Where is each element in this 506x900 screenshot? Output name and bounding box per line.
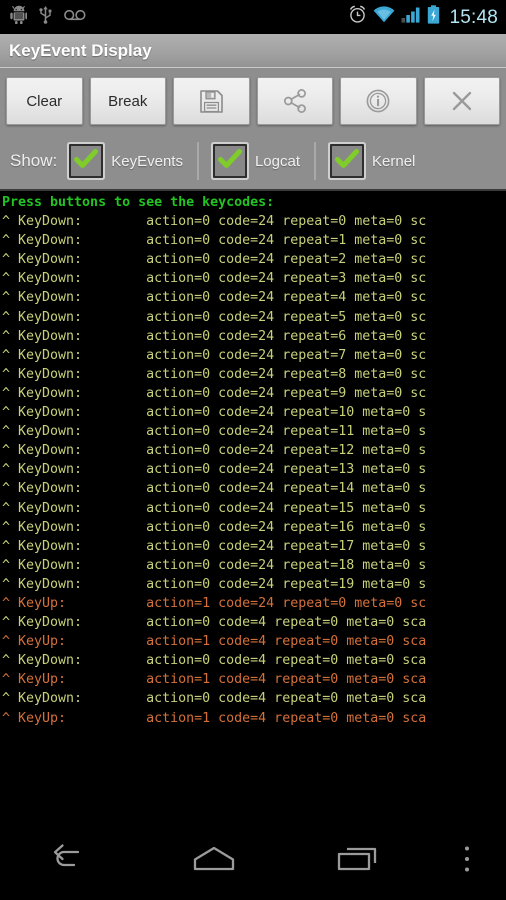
- log-line: ^ KeyUp: action=1 code=4 repeat=0 meta=0…: [2, 672, 427, 688]
- log-line-list: ^ KeyDown: action=0 code=24 repeat=0 met…: [0, 212, 506, 728]
- status-bar-clock: 15:48: [449, 6, 498, 28]
- log-line: ^ KeyDown: action=0 code=4 repeat=0 meta…: [2, 653, 427, 669]
- log-line: ^ KeyUp: action=1 code=4 repeat=0 meta=0…: [2, 634, 427, 650]
- home-icon: [186, 843, 242, 880]
- log-line: ^ KeyDown: action=0 code=24 repeat=19 me…: [2, 576, 427, 592]
- log-line: ^ KeyUp: action=1 code=24 repeat=0 meta=…: [2, 595, 427, 611]
- options-divider-2: [314, 142, 317, 180]
- log-line: ^ KeyDown: action=0 code=24 repeat=5 met…: [2, 309, 427, 325]
- log-line: ^ KeyDown: action=0 code=24 repeat=0 met…: [2, 214, 427, 230]
- android-debug-icon: [10, 5, 28, 29]
- log-header-line: Press buttons to see the keycodes:: [2, 195, 275, 210]
- nav-home-button[interactable]: [143, 832, 286, 891]
- log-line: ^ KeyDown: action=0 code=24 repeat=14 me…: [2, 481, 427, 497]
- log-line: ^ KeyDown: action=0 code=24 repeat=4 met…: [2, 290, 427, 306]
- android-navigation-bar: [0, 832, 506, 891]
- log-line: ^ KeyDown: action=0 code=4 repeat=0 meta…: [2, 615, 427, 631]
- share-button[interactable]: [256, 77, 333, 125]
- checkbox-keyevents[interactable]: KeyEvents: [69, 144, 183, 178]
- show-label: Show:: [10, 151, 58, 170]
- log-line: ^ KeyDown: action=0 code=4 repeat=0 meta…: [2, 691, 427, 707]
- log-line: ^ KeyUp: action=1 code=4 repeat=0 meta=0…: [2, 710, 427, 726]
- app-title-bar: KeyEvent Display: [0, 34, 506, 68]
- checkbox-kernel-box[interactable]: [330, 144, 365, 178]
- log-line: ^ KeyDown: action=0 code=24 repeat=17 me…: [2, 538, 427, 554]
- info-circle-icon: [365, 88, 391, 114]
- wifi-icon: [373, 6, 395, 28]
- checkbox-keyevents-label: KeyEvents: [111, 152, 183, 170]
- log-line: ^ KeyDown: action=0 code=24 repeat=9 met…: [2, 385, 427, 401]
- save-button[interactable]: [173, 77, 250, 125]
- back-arrow-icon: [48, 843, 94, 880]
- log-line: ^ KeyDown: action=0 code=24 repeat=6 met…: [2, 328, 427, 344]
- overflow-menu-icon: [463, 844, 471, 879]
- voicemail-icon: [64, 8, 86, 26]
- log-line: ^ KeyDown: action=0 code=24 repeat=7 met…: [2, 347, 427, 363]
- clear-button-label: Clear: [26, 92, 63, 110]
- nav-recents-button[interactable]: [285, 832, 428, 891]
- options-divider-1: [196, 142, 199, 180]
- checkbox-kernel-label: Kernel: [372, 152, 416, 170]
- show-options-row: Show: KeyEvents Logcat Kernel: [0, 133, 506, 191]
- nav-back-button[interactable]: [0, 832, 143, 891]
- log-line: ^ KeyDown: action=0 code=24 repeat=10 me…: [2, 405, 427, 421]
- checkmark-icon: [335, 148, 360, 174]
- status-bar-left-icons: [10, 5, 348, 29]
- control-panel: Clear Break Show: KeyEvents Logcat Kerne…: [0, 68, 506, 191]
- checkbox-logcat-label: Logcat: [254, 152, 301, 170]
- log-output-area[interactable]: Press buttons to see the keycodes: ^ Key…: [0, 191, 506, 832]
- checkbox-kernel[interactable]: Kernel: [330, 144, 415, 178]
- status-bar: 15:48: [0, 0, 506, 34]
- checkbox-logcat[interactable]: Logcat: [212, 144, 301, 178]
- clear-button[interactable]: Clear: [6, 77, 83, 125]
- break-button[interactable]: Break: [89, 77, 166, 125]
- log-line: ^ KeyDown: action=0 code=24 repeat=16 me…: [2, 519, 427, 535]
- usb-icon: [38, 5, 53, 29]
- log-line: ^ KeyDown: action=0 code=24 repeat=3 met…: [2, 271, 427, 287]
- recent-apps-icon: [331, 843, 383, 880]
- checkmark-icon: [217, 148, 242, 174]
- share-icon: [282, 88, 308, 114]
- floppy-disk-icon: [199, 89, 224, 114]
- log-line: ^ KeyDown: action=0 code=24 repeat=1 met…: [2, 233, 427, 249]
- battery-charging-icon: [427, 5, 440, 29]
- close-button[interactable]: [423, 77, 500, 125]
- log-line: ^ KeyDown: action=0 code=24 repeat=15 me…: [2, 500, 427, 516]
- nav-menu-button[interactable]: [428, 832, 506, 891]
- close-x-icon: [449, 88, 475, 114]
- log-line: ^ KeyDown: action=0 code=24 repeat=8 met…: [2, 366, 427, 382]
- checkmark-icon: [74, 148, 99, 174]
- break-button-label: Break: [108, 92, 148, 110]
- log-line: ^ KeyDown: action=0 code=24 repeat=12 me…: [2, 443, 427, 459]
- toolbar: Clear Break: [0, 68, 506, 133]
- log-line: ^ KeyDown: action=0 code=24 repeat=13 me…: [2, 462, 427, 478]
- checkbox-logcat-box[interactable]: [212, 144, 247, 178]
- log-line: ^ KeyDown: action=0 code=24 repeat=18 me…: [2, 557, 427, 573]
- alarm-clock-icon: [348, 5, 367, 29]
- info-button[interactable]: [340, 77, 417, 125]
- signal-bars-icon: [401, 6, 421, 28]
- log-line: ^ KeyDown: action=0 code=24 repeat=11 me…: [2, 424, 427, 440]
- page-title: KeyEvent Display: [9, 40, 152, 60]
- log-line: ^ KeyDown: action=0 code=24 repeat=2 met…: [2, 252, 427, 268]
- checkbox-keyevents-box[interactable]: [69, 144, 104, 178]
- status-bar-right-icons: 15:48: [348, 5, 498, 29]
